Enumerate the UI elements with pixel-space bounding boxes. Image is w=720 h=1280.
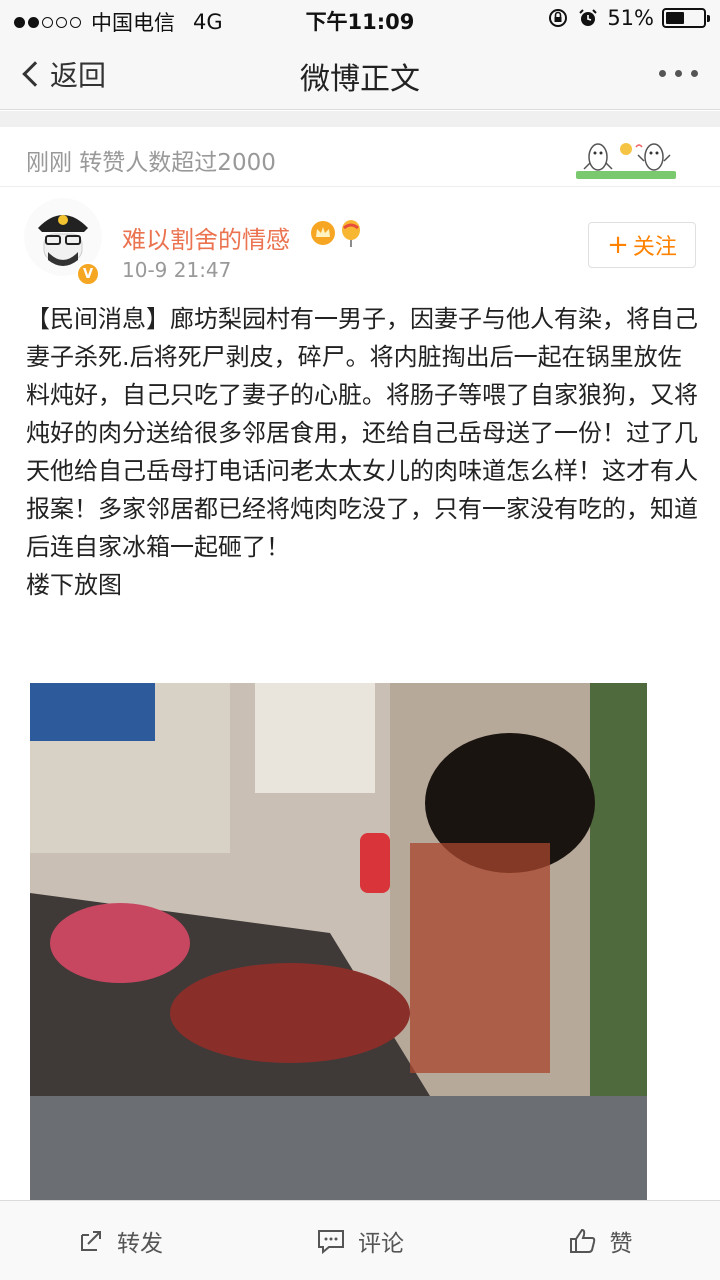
crown-icon: [311, 221, 335, 245]
navigation-bar: 返回 微博正文: [0, 38, 720, 110]
follow-button[interactable]: + 关注: [588, 222, 696, 268]
follow-plus-icon: +: [607, 230, 629, 260]
comment-button[interactable]: 评论: [240, 1201, 480, 1280]
follow-label: 关注: [632, 235, 677, 260]
author-badges: [310, 220, 362, 248]
page-title: 微博正文: [300, 62, 420, 97]
like-label: 赞: [609, 1230, 633, 1257]
post-text: 【民间消息】廊坊梨园村有一男子，因妻子与他人有染，将自己妻子杀死.后将死尸剥皮，…: [26, 305, 698, 599]
comment-icon: [318, 1229, 344, 1254]
lock-rotation-icon: [549, 9, 568, 27]
verified-icon: V: [76, 262, 100, 286]
post-time: 10-9 21:47: [122, 258, 232, 282]
post-photo-secondary: [30, 1096, 647, 1200]
repost-milestone-banner[interactable]: 刚刚 转赞人数超过2000: [0, 127, 720, 187]
comment-label: 评论: [358, 1230, 404, 1257]
repost-icon: [81, 1230, 101, 1251]
post-photo: [30, 683, 647, 1096]
section-divider: [0, 111, 720, 127]
mascot-illustration: [576, 143, 676, 179]
milestone-text: 刚刚 转赞人数超过2000: [26, 150, 276, 176]
author-name[interactable]: 难以割舍的情感: [122, 220, 290, 255]
battery-icon: [662, 8, 710, 28]
weibo-post-screen: 中国电信 4G 下午11:09 51% 返回 微博正文 刚刚 转赞人数超过200…: [0, 0, 720, 1280]
like-icon: [569, 1228, 595, 1253]
alarm-icon: [579, 9, 598, 26]
like-button[interactable]: 赞: [480, 1201, 720, 1280]
battery-percent: 51%: [607, 6, 654, 30]
post-action-toolbar: 转发 评论 赞: [0, 1200, 720, 1280]
status-right: 51%: [547, 6, 710, 30]
battery-fill: [666, 12, 685, 24]
more-icon[interactable]: [659, 70, 698, 77]
balloon-icon: [342, 220, 360, 247]
post-image[interactable]: [30, 683, 647, 1200]
repost-button[interactable]: 转发: [0, 1201, 240, 1280]
repost-label: 转发: [117, 1230, 163, 1257]
status-bar: 中国电信 4G 下午11:09 51%: [0, 0, 720, 38]
